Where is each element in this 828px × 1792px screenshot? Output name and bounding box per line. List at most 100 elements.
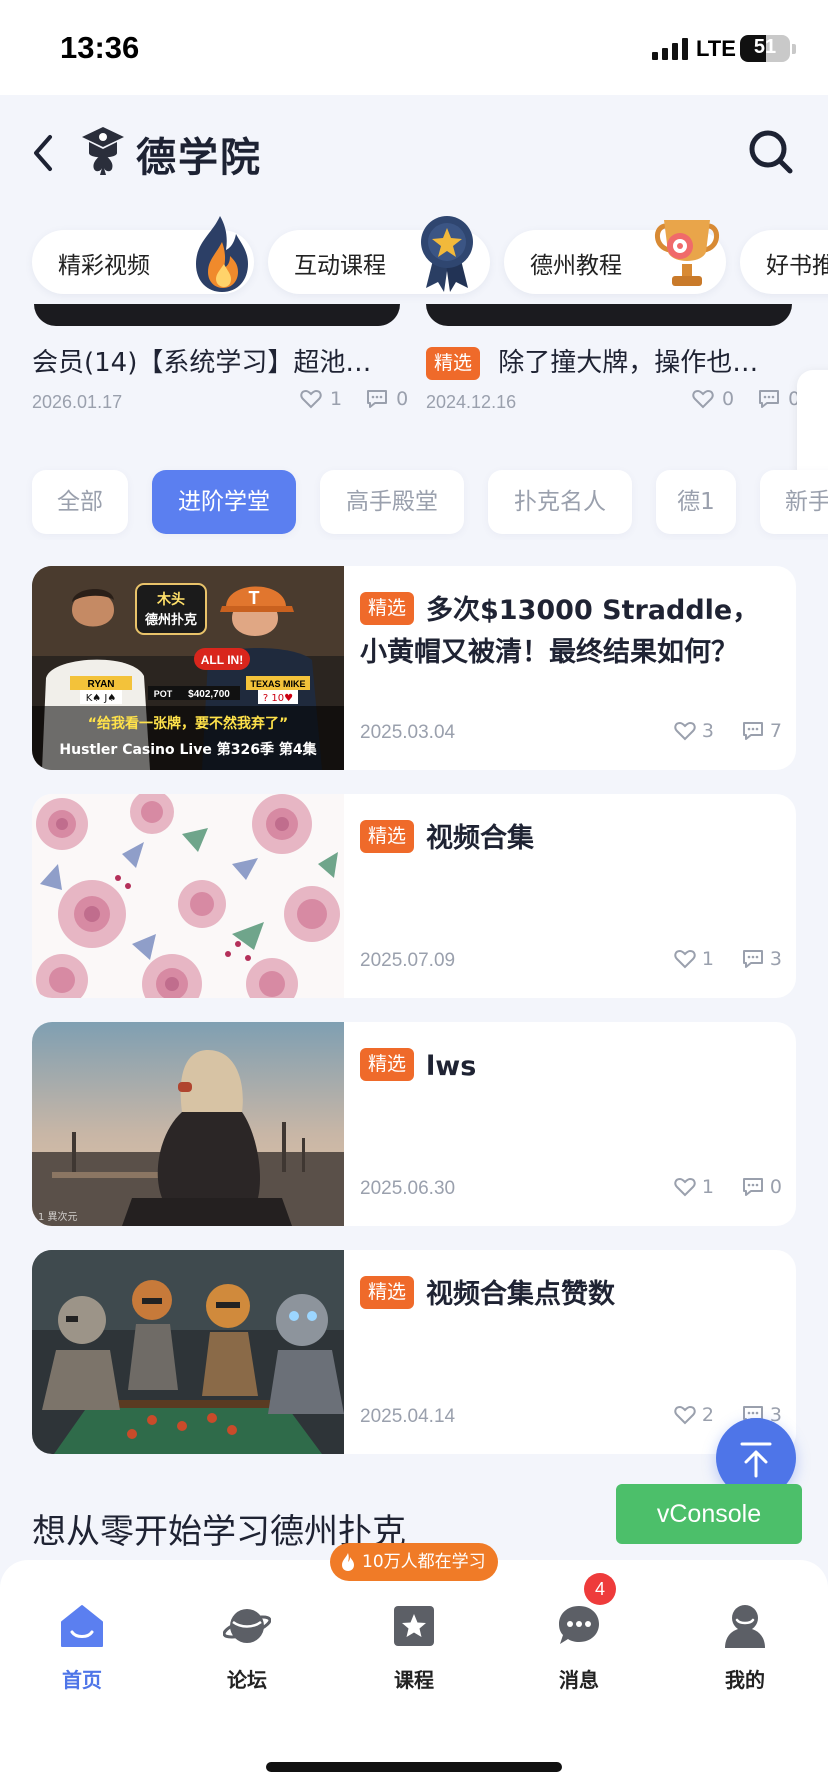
video-thumbnail: T 木头 德州扑克 ALL IN! RYAN TEXAS MIKE K♠ J♠ … [32, 566, 344, 770]
featured-stats: 0 0 [692, 388, 800, 410]
featured-badge: 精选 [360, 1276, 415, 1309]
like-count: 2 [701, 1404, 714, 1426]
video-thumbnail [32, 794, 344, 998]
like-count: 1 [330, 388, 343, 410]
cards-right: ? 10♥ [263, 693, 293, 704]
comment-count: 3 [769, 948, 782, 970]
show-logo-top: 木头 [156, 591, 185, 608]
category-books[interactable]: 好书推 [740, 230, 828, 294]
show-logo-bottom: 德州扑克 [145, 612, 197, 628]
featured-stats: 1 0 [300, 388, 408, 410]
tab-label: 论坛 [227, 1668, 267, 1692]
back-icon[interactable] [28, 131, 58, 175]
tab-forum[interactable]: 论坛 [192, 1582, 302, 1692]
category-label: 互动课程 [294, 253, 386, 279]
tab-beginner[interactable]: 新手 [760, 470, 828, 534]
bottom-tab-bar: 首页 论坛 课程 消息 我的 [0, 1560, 828, 1792]
comment-icon[interactable] [742, 949, 764, 969]
video-title-text: lws [426, 1051, 477, 1082]
battery-tip [792, 44, 796, 54]
flame-icon [196, 216, 248, 292]
video-thumbnail [32, 1250, 344, 1454]
video-title-text: 视频合集 [426, 823, 535, 854]
home-indicator[interactable] [266, 1762, 562, 1772]
search-icon[interactable] [746, 127, 796, 177]
course-star-icon [394, 1606, 434, 1646]
tab-messages[interactable]: 消息 [524, 1582, 634, 1692]
featured-title[interactable]: 精选 除了撞大牌，操作也… [426, 342, 796, 380]
video-stats: 1 3 [674, 948, 782, 970]
featured-badge: 精选 [360, 1048, 415, 1081]
tab-courses[interactable]: 课程 [359, 1582, 469, 1692]
comment-count: 0 [396, 388, 409, 410]
tab-advanced[interactable]: 进阶学堂 [152, 470, 296, 534]
heart-icon[interactable] [674, 949, 696, 969]
heart-icon[interactable] [674, 1177, 696, 1197]
tab-de1[interactable]: 德1 [656, 470, 736, 534]
video-title: 精选 视频合集点赞数 [360, 1274, 774, 1316]
heart-icon[interactable] [674, 721, 696, 741]
trophy-icon [655, 220, 719, 286]
signal-icon [652, 38, 688, 60]
page-title: 德学院 [136, 135, 262, 181]
category-label: 精彩视频 [58, 253, 150, 279]
video-date: 2025.07.09 [360, 950, 456, 971]
like-count: 1 [701, 1176, 714, 1198]
vconsole-button[interactable]: vConsole [616, 1484, 802, 1544]
thumb-subtitle: “给我看一张牌，要不然我弃了” [88, 715, 288, 732]
video-date: 2025.06.30 [360, 1178, 456, 1199]
like-count: 1 [701, 948, 714, 970]
featured-list: 会员(14)【系统学习】超池… 2026.01.17 1 0 精选 除了撞大牌，… [0, 300, 828, 430]
video-title: 精选多次$13000 Straddle，小黄帽又被清！最终结果如何？H… [360, 590, 774, 674]
learning-count-text: 10万人都在学习 [362, 1552, 486, 1572]
academy-logo-icon [82, 127, 124, 175]
video-card[interactable]: 精选 视频合集 2025.07.09 1 3 [32, 794, 796, 998]
tab-label: 首页 [62, 1668, 102, 1692]
video-card[interactable]: 精选 视频合集点赞数 2025.04.14 2 3 [32, 1250, 796, 1454]
comment-count: 0 [769, 1176, 782, 1198]
featured-title[interactable]: 会员(14)【系统学习】超池… [32, 342, 392, 379]
thumb-watermark: 1 異次元 [38, 1210, 78, 1223]
learning-count-pill: 10万人都在学习 [330, 1543, 498, 1581]
hat-letter: T [249, 588, 260, 608]
category-videos[interactable]: 精彩视频 [32, 216, 254, 294]
category-courses[interactable]: 互动课程 [268, 216, 490, 294]
section-tabs: 全部 进阶学堂 高手殿堂 扑克名人 德1 新手 [0, 460, 828, 540]
video-card[interactable]: 1 異次元 精选 lws 2025.06.30 1 0 [32, 1022, 796, 1226]
robots-poker-image [32, 1250, 344, 1454]
network-type: LTE [696, 36, 736, 61]
planet-icon [223, 1609, 271, 1643]
category-tutorials[interactable]: 德州教程 [504, 220, 726, 294]
comment-icon[interactable] [742, 1177, 764, 1197]
video-stats: 3 7 [674, 720, 782, 742]
tab-home[interactable]: 首页 [27, 1582, 137, 1692]
tab-label: 课程 [394, 1668, 434, 1692]
tab-label: 我的 [725, 1668, 765, 1692]
video-card[interactable]: T 木头 德州扑克 ALL IN! RYAN TEXAS MIKE K♠ J♠ … [32, 566, 796, 770]
pot-value: $402,700 [188, 689, 230, 700]
video-title: 精选 视频合集 [360, 818, 774, 860]
video-date: 2025.04.14 [360, 1406, 456, 1427]
tab-celebrities[interactable]: 扑克名人 [488, 470, 632, 534]
video-title: 精选 lws [360, 1046, 774, 1088]
heart-icon [692, 389, 714, 409]
tab-all[interactable]: 全部 [32, 470, 128, 534]
page-header: 德学院 [0, 95, 828, 210]
tab-masters[interactable]: 高手殿堂 [320, 470, 464, 534]
category-label: 好书推 [766, 253, 828, 279]
pot-label: POT [154, 689, 173, 699]
featured-date: 2026.01.17 [32, 392, 123, 412]
heart-icon[interactable] [674, 1405, 696, 1425]
featured-title-text: 除了撞大牌，操作也… [498, 348, 759, 378]
player-left-name: RYAN [87, 679, 114, 690]
tab-profile[interactable]: 我的 [690, 1582, 800, 1692]
comment-icon[interactable] [742, 721, 764, 741]
allin-label: ALL IN! [201, 653, 243, 667]
player-right-name: TEXAS MIKE [250, 679, 305, 689]
featured-badge: 精选 [360, 820, 415, 853]
battery-icon: 51 [740, 35, 790, 62]
comment-count: 7 [769, 720, 782, 742]
featured-badge: 精选 [426, 347, 481, 380]
video-thumbnail: 1 異次元 [32, 1022, 344, 1226]
status-time: 13:36 [60, 30, 140, 65]
